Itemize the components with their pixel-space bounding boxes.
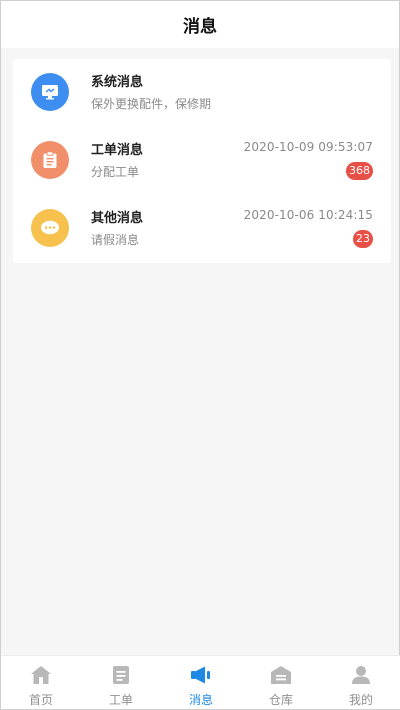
message-subtitle: 分配工单 [91,165,140,179]
message-subtitle: 保外更换配件，保修期 [91,97,212,111]
message-title: 其他消息 [91,211,144,226]
tab-label: 工单 [108,693,133,707]
megaphone-icon [189,663,213,687]
message-title: 系统消息 [91,75,144,90]
message-row-system[interactable]: 系统消息 保外更换配件，保修期 [13,59,391,127]
message-time: 2020-10-09 09:53:07 [243,140,373,154]
clipboard-icon [31,141,69,179]
monitor-icon [31,73,69,111]
person-icon [349,663,373,687]
unread-badge: 23 [353,230,373,248]
tab-messages[interactable]: 消息 [161,656,241,709]
tab-label: 首页 [28,693,53,707]
home-icon [29,663,53,687]
app-root: 消息 系统消息 保外更换配件，保修期 工单消息 分配工单 2020-10-09 … [0,0,400,710]
chat-bubble-icon [31,209,69,247]
tab-home[interactable]: 首页 [1,656,81,709]
message-subtitle: 请假消息 [91,233,140,247]
tab-label: 仓库 [268,693,293,707]
header-bar: 消息 [1,1,399,48]
unread-badge: 368 [346,162,373,180]
bottom-tab-bar: 首页 工单 消息 仓库 我的 [1,655,400,709]
message-title: 工单消息 [91,143,144,158]
warehouse-icon [269,663,293,687]
tab-label: 消息 [188,693,213,707]
message-row-workorder[interactable]: 工单消息 分配工单 2020-10-09 09:53:07 368 [13,127,391,195]
message-time: 2020-10-06 10:24:15 [243,208,373,222]
tab-workorder[interactable]: 工单 [81,656,161,709]
tab-label: 我的 [348,693,373,707]
document-icon [109,663,133,687]
page-title: 消息 [183,17,217,37]
message-list: 系统消息 保外更换配件，保修期 工单消息 分配工单 2020-10-09 09:… [13,59,391,263]
message-row-other[interactable]: 其他消息 请假消息 2020-10-06 10:24:15 23 [13,195,391,263]
tab-profile[interactable]: 我的 [321,656,400,709]
tab-warehouse[interactable]: 仓库 [241,656,321,709]
